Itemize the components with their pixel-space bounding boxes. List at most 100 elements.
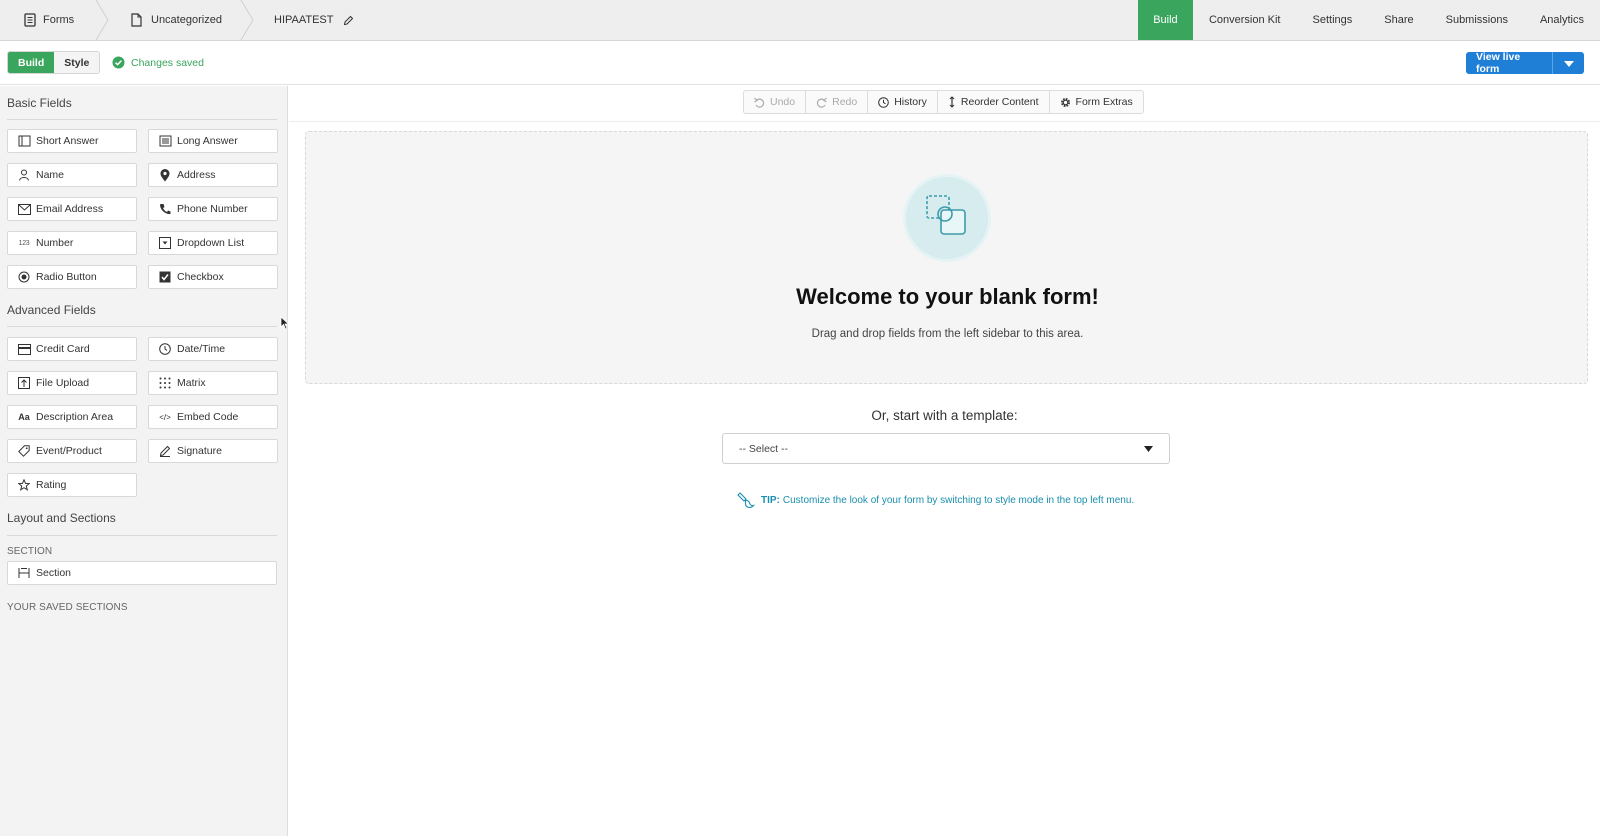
form-canvas: Undo Redo History Reorder Content Form E… bbox=[289, 86, 1600, 836]
field-label: Short Answer bbox=[36, 135, 99, 147]
field-date-time[interactable]: Date/Time bbox=[148, 337, 278, 361]
check-circle-icon bbox=[112, 56, 125, 69]
pencil-icon[interactable] bbox=[343, 15, 354, 26]
view-live-dropdown-button[interactable] bbox=[1552, 52, 1584, 74]
folder-icon bbox=[130, 13, 144, 27]
view-live-form-button[interactable]: View live form bbox=[1466, 52, 1552, 74]
upload-icon bbox=[17, 376, 31, 390]
caret-down-icon bbox=[1563, 54, 1574, 72]
reorder-content-button[interactable]: Reorder Content bbox=[938, 91, 1050, 113]
undo-label: Undo bbox=[770, 96, 796, 108]
tab-settings[interactable]: Settings bbox=[1297, 0, 1369, 40]
field-short-answer[interactable]: Short Answer bbox=[7, 129, 137, 153]
field-label: Signature bbox=[177, 445, 222, 457]
field-embed-code[interactable]: </> Embed Code bbox=[148, 405, 278, 429]
text-icon: Aa bbox=[18, 412, 30, 422]
tab-conversion-kit[interactable]: Conversion Kit bbox=[1193, 0, 1297, 40]
history-button[interactable]: History bbox=[868, 91, 938, 113]
field-long-answer[interactable]: Long Answer bbox=[148, 129, 278, 153]
field-dropdown-list[interactable]: Dropdown List bbox=[148, 231, 278, 255]
form-drop-zone[interactable]: Welcome to your blank form! Drag and dro… bbox=[305, 131, 1588, 384]
redo-button[interactable]: Redo bbox=[806, 91, 869, 113]
field-label: Phone Number bbox=[177, 203, 248, 215]
tab-submissions[interactable]: Submissions bbox=[1430, 0, 1524, 40]
style-mode-button[interactable]: Style bbox=[54, 52, 100, 73]
divider bbox=[7, 119, 277, 120]
matrix-icon bbox=[158, 376, 172, 390]
blank-form-illustration bbox=[906, 177, 988, 259]
tab-analytics[interactable]: Analytics bbox=[1524, 0, 1600, 40]
top-navigation: Forms Uncategorized HIPAATEST Build Conv… bbox=[0, 0, 1600, 41]
form-extras-label: Form Extras bbox=[1075, 96, 1133, 108]
tab-share[interactable]: Share bbox=[1368, 0, 1429, 40]
reorder-label: Reorder Content bbox=[960, 96, 1039, 108]
editor-toolbar: Build Style Changes saved View live form bbox=[0, 41, 1600, 85]
welcome-title: Welcome to your blank form! bbox=[796, 284, 1099, 309]
divider bbox=[289, 121, 1600, 122]
advanced-fields-heading: Advanced Fields bbox=[7, 303, 96, 317]
field-label: Long Answer bbox=[177, 135, 238, 147]
field-radio-button[interactable]: Radio Button bbox=[7, 265, 137, 289]
field-file-upload[interactable]: File Upload bbox=[7, 371, 137, 395]
build-mode-button[interactable]: Build bbox=[8, 52, 55, 73]
field-label: Rating bbox=[36, 479, 67, 491]
paintbrush-icon bbox=[737, 491, 755, 509]
tag-icon bbox=[17, 444, 31, 458]
undo-button[interactable]: Undo bbox=[744, 91, 807, 113]
redo-label: Redo bbox=[832, 96, 858, 108]
basic-fields-heading: Basic Fields bbox=[7, 96, 72, 110]
divider bbox=[7, 326, 277, 327]
map-pin-icon bbox=[158, 168, 172, 182]
template-select[interactable]: -- Select -- bbox=[722, 433, 1170, 464]
breadcrumb-separator bbox=[95, 0, 109, 40]
field-label: File Upload bbox=[36, 377, 90, 389]
field-label: Credit Card bbox=[36, 343, 90, 355]
undo-icon bbox=[754, 97, 765, 108]
mode-toggle: Build Style bbox=[7, 51, 101, 74]
view-live-group: View live form bbox=[1466, 52, 1584, 74]
form-icon bbox=[24, 13, 36, 27]
divider bbox=[7, 535, 277, 536]
reorder-icon bbox=[948, 96, 956, 108]
field-phone-number[interactable]: Phone Number bbox=[148, 197, 278, 221]
breadcrumb-label: Forms bbox=[43, 14, 75, 26]
star-icon bbox=[17, 478, 31, 492]
template-select-value: -- Select -- bbox=[739, 442, 789, 455]
field-name[interactable]: Name bbox=[7, 163, 137, 187]
breadcrumb-uncategorized[interactable]: Uncategorized bbox=[130, 0, 222, 40]
fields-sidebar: Basic Fields Short Answer Long Answer Na… bbox=[0, 86, 288, 836]
save-status: Changes saved bbox=[112, 56, 204, 69]
envelope-icon bbox=[17, 202, 31, 216]
field-label: Radio Button bbox=[36, 271, 97, 283]
field-rating[interactable]: Rating bbox=[7, 473, 137, 497]
field-event-product[interactable]: Event/Product bbox=[7, 439, 137, 463]
field-label: Dropdown List bbox=[177, 237, 245, 249]
pen-icon bbox=[158, 444, 172, 458]
field-matrix[interactable]: Matrix bbox=[148, 371, 278, 395]
field-section[interactable]: Section bbox=[7, 561, 277, 585]
field-signature[interactable]: Signature bbox=[148, 439, 278, 463]
save-status-text: Changes saved bbox=[131, 56, 204, 69]
field-credit-card[interactable]: Credit Card bbox=[7, 337, 137, 361]
form-title[interactable]: HIPAATEST bbox=[274, 0, 361, 40]
field-label: Checkbox bbox=[177, 271, 224, 283]
main-tabs: Build Conversion Kit Settings Share Subm… bbox=[1137, 0, 1600, 40]
tip-text: Customize the look of your form by switc… bbox=[782, 494, 1135, 506]
field-number[interactable]: 123 Number bbox=[7, 231, 137, 255]
field-label: Address bbox=[177, 169, 216, 181]
field-email-address[interactable]: Email Address bbox=[7, 197, 137, 221]
breadcrumb-label: Uncategorized bbox=[151, 14, 222, 26]
dropdown-icon bbox=[158, 236, 172, 250]
tip-message: TIP: Customize the look of your form by … bbox=[737, 491, 1134, 509]
form-extras-button[interactable]: Form Extras bbox=[1050, 91, 1143, 113]
field-address[interactable]: Address bbox=[148, 163, 278, 187]
breadcrumb-forms[interactable]: Forms bbox=[24, 0, 74, 40]
field-checkbox[interactable]: Checkbox bbox=[148, 265, 278, 289]
field-description-area[interactable]: Aa Description Area bbox=[7, 405, 137, 429]
checkbox-icon bbox=[158, 270, 172, 284]
redo-icon bbox=[816, 97, 828, 108]
clock-icon bbox=[158, 342, 172, 356]
field-label: Matrix bbox=[177, 377, 206, 389]
tab-build[interactable]: Build bbox=[1137, 0, 1193, 40]
person-icon bbox=[17, 168, 31, 182]
